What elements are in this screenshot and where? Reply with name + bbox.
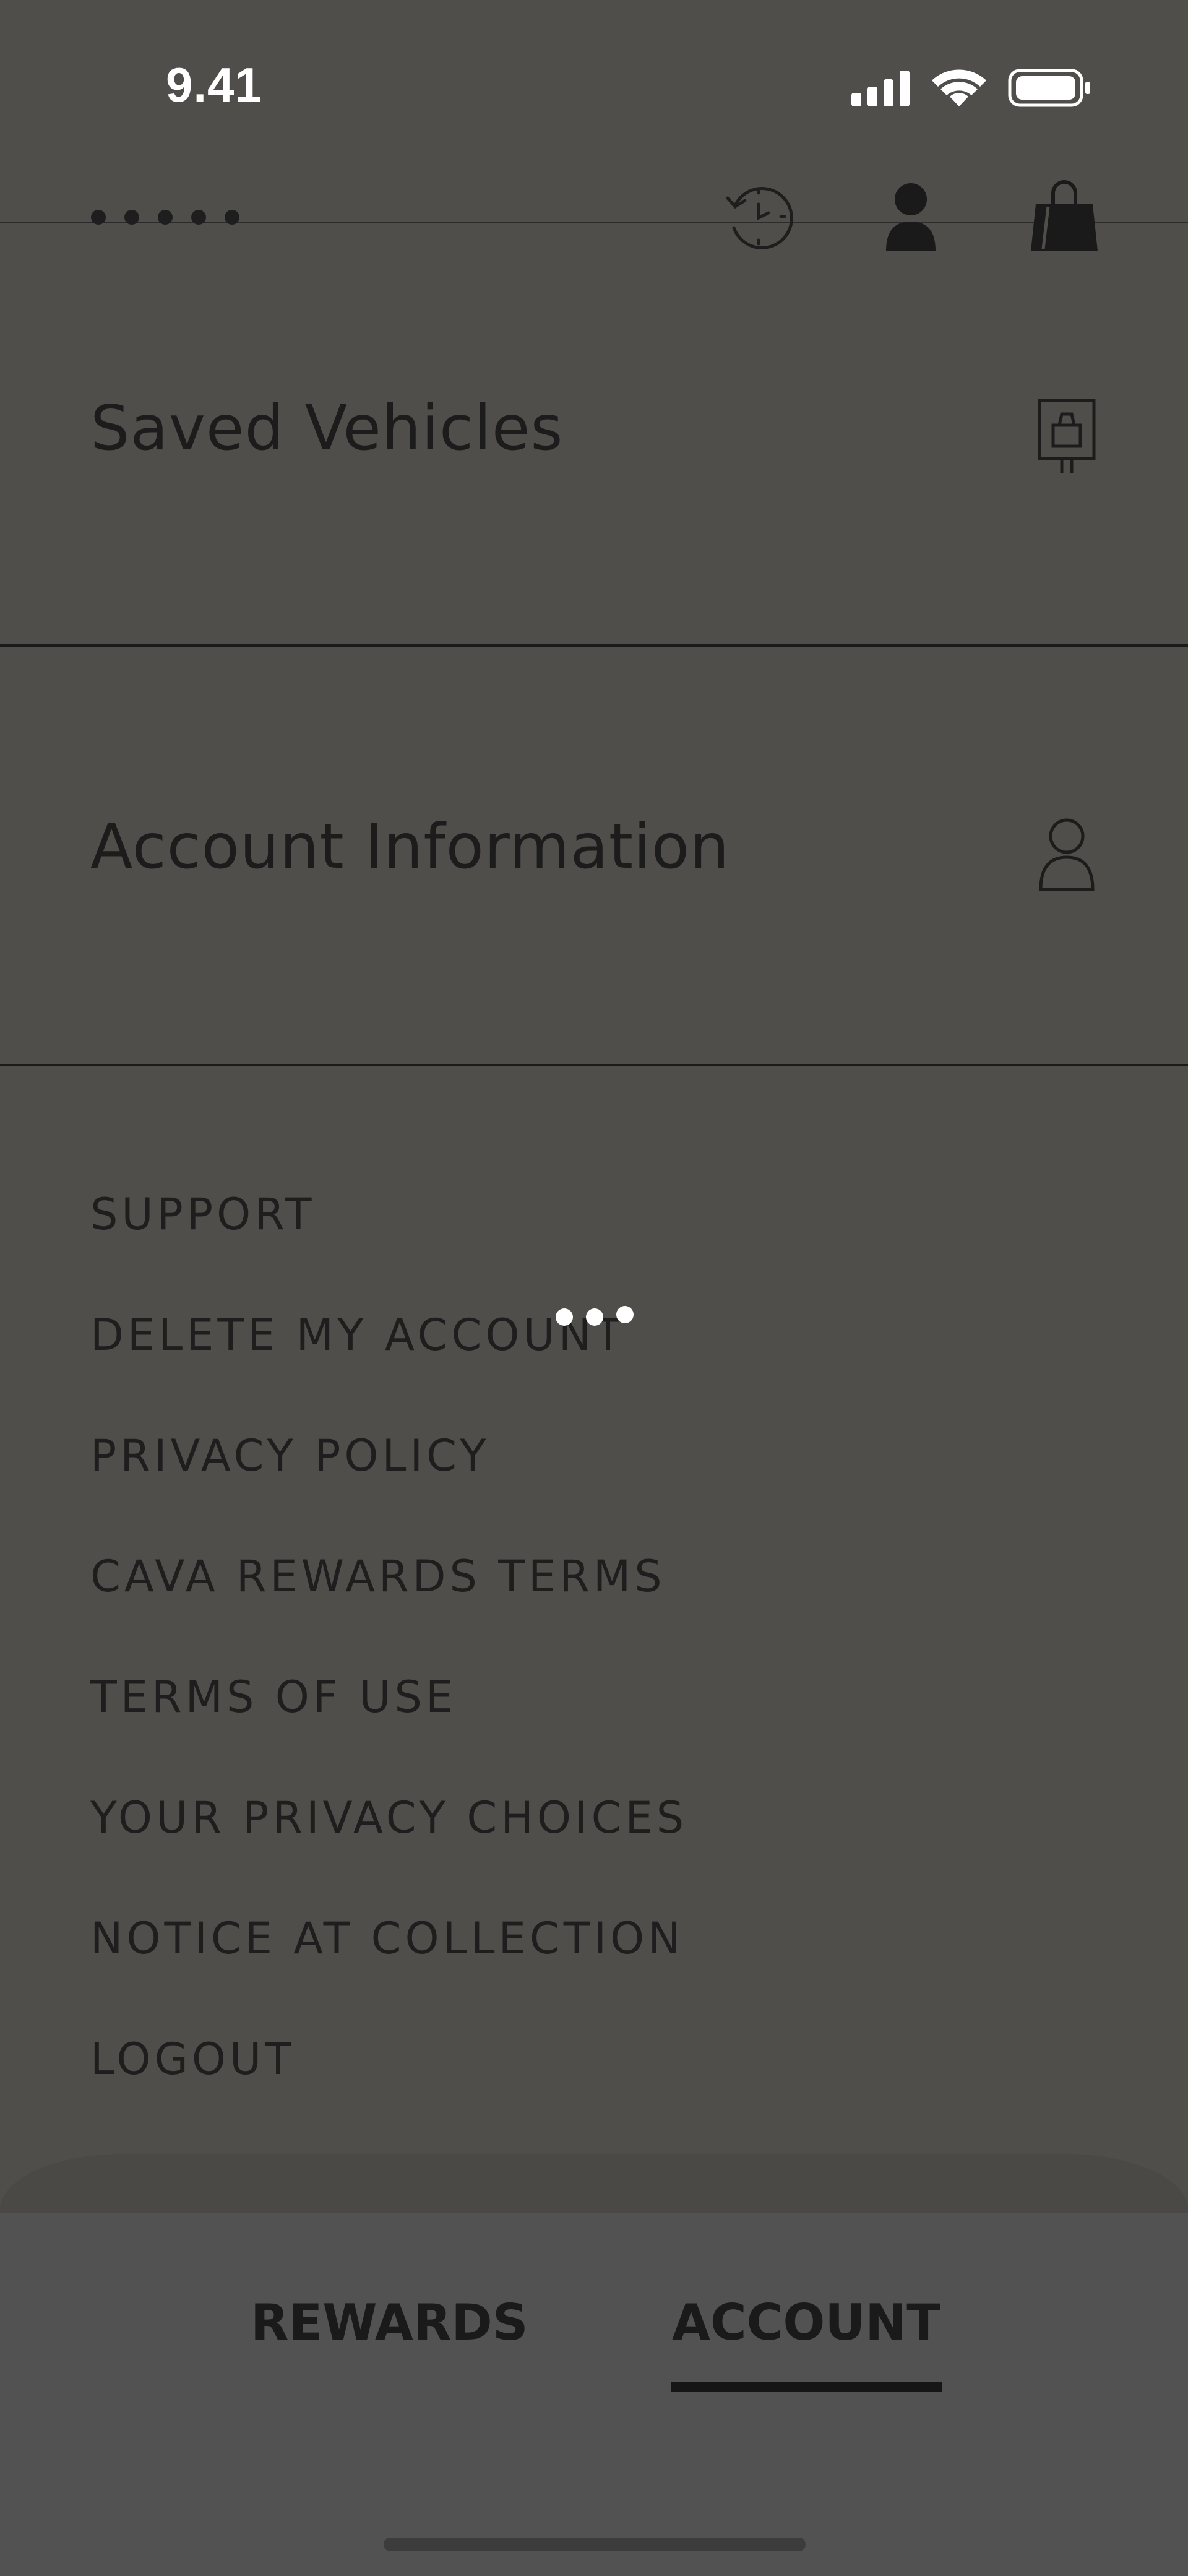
terms-of-use-link[interactable]: TERMS OF USE [90, 1667, 687, 1788]
dots-logo-icon[interactable] [90, 208, 245, 227]
privacy-choices-link[interactable]: YOUR PRIVACY CHOICES [90, 1788, 687, 1909]
home-indicator[interactable] [384, 2538, 806, 2551]
account-screen: 9.41 Saved Vehicles Account Information … [0, 0, 1188, 2576]
person-outline-icon [1039, 818, 1095, 891]
wifi-icon [932, 69, 986, 106]
support-link[interactable]: SUPPORT [90, 1185, 687, 1305]
account-information-label: Account Information [90, 810, 730, 883]
tab-rewards[interactable]: REWARDS [251, 2294, 528, 2351]
status-time: 9.41 [166, 58, 262, 112]
tab-selected-indicator [671, 2382, 942, 2392]
saved-vehicles-row[interactable]: Saved Vehicles [0, 225, 1188, 647]
notice-at-collection-link[interactable]: NOTICE AT COLLECTION [90, 1909, 687, 2029]
cava-rewards-terms-link[interactable]: CAVA REWARDS TERMS [90, 1547, 687, 1667]
status-icons [851, 69, 1090, 107]
account-links: SUPPORT DELETE MY ACCOUNT PRIVACY POLICY… [90, 1185, 687, 2150]
privacy-policy-link[interactable]: PRIVACY POLICY [90, 1426, 687, 1547]
car-sign-icon [1038, 399, 1096, 473]
battery-icon [1008, 69, 1090, 107]
account-information-row[interactable]: Account Information [0, 644, 1188, 1066]
logout-link[interactable]: LOGOUT [90, 2029, 687, 2150]
tab-account[interactable]: ACCOUNT [672, 2294, 940, 2351]
loading-dots-icon [556, 1306, 634, 1326]
saved-vehicles-label: Saved Vehicles [90, 392, 564, 464]
cellular-signal-icon [851, 71, 910, 106]
bottom-tab-bar [0, 2213, 1188, 2576]
